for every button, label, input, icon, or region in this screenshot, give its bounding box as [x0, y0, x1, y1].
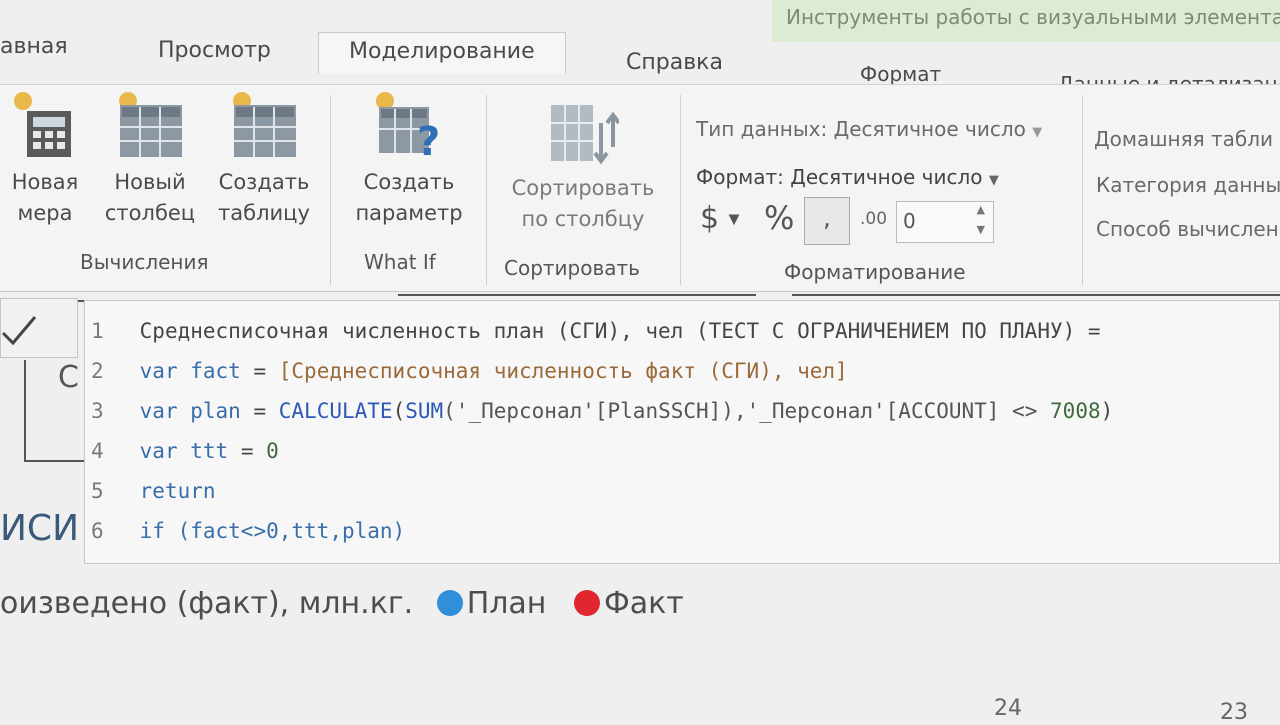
chevron-down-icon: ▼ — [1032, 125, 1043, 140]
code-line-1: 1 Среднесписочная численность план (СГИ)… — [91, 319, 1101, 343]
visual-fragment: С — [58, 360, 79, 395]
data-type-label: Тип данных: — [696, 117, 828, 141]
parameter-icon: ? — [376, 92, 440, 161]
legend-fact-label: Факт — [603, 586, 684, 621]
chevron-up-icon[interactable]: ▲ — [977, 203, 985, 216]
code-line-2: 2 var fact = [Среднесписочная численност… — [91, 359, 848, 383]
decimal-places-value: 0 — [903, 209, 916, 233]
summarize-by-dropdown[interactable]: Способ вычислен — [1096, 217, 1279, 241]
decimal-places-stepper[interactable]: 0 ▲ ▼ — [896, 201, 994, 243]
tab-format[interactable]: Формат — [860, 62, 941, 86]
chevron-down-icon: ▼ — [728, 211, 740, 228]
chart-caption: оизведено (факт), млн.кг. — [0, 586, 414, 621]
group-label-calculations: Вычисления — [80, 250, 209, 274]
new-table-icon — [233, 92, 296, 157]
calculator-icon — [14, 92, 71, 157]
new-table-button[interactable]: Создать таблицу — [212, 89, 316, 229]
chevron-down-icon[interactable]: ▼ — [977, 223, 985, 236]
sort-by-column-label: Сортировать по столбцу — [511, 176, 655, 231]
new-measure-button[interactable]: Новая мера — [2, 89, 88, 229]
group-separator — [680, 95, 681, 285]
new-table-label: Создать таблицу — [218, 170, 310, 225]
contextual-tab-banner: Инструменты работы с визуальными элемент… — [772, 0, 1280, 42]
group-label-formatting: Форматирование — [784, 260, 966, 284]
group-separator — [486, 95, 487, 285]
tab-home[interactable]: авная — [0, 34, 68, 59]
checkmark-icon — [1, 316, 37, 346]
group-label-sort: Сортировать — [504, 256, 640, 280]
chevron-down-icon: ▼ — [988, 173, 999, 188]
new-column-button[interactable]: Новый столбец — [98, 89, 202, 229]
currency-icon: $ — [700, 201, 720, 236]
code-line-6: 6 if (fact<>0,ttt,plan) — [91, 519, 406, 543]
axis-tick: 23 — [1220, 700, 1248, 725]
sort-by-column-icon — [551, 105, 619, 165]
fact-legend-dot-icon — [573, 590, 600, 616]
data-type-dropdown[interactable]: Тип данных: Десятичное число ▼ — [696, 117, 1042, 141]
code-line-3: 3 var plan = CALCULATE(SUM('_Персонал'[P… — [91, 399, 1114, 423]
visual-border — [398, 294, 756, 296]
axis-tick: 24 — [994, 696, 1022, 721]
group-separator — [330, 95, 331, 285]
group-label-whatif: What If — [364, 250, 436, 274]
new-parameter-label: Создать параметр — [355, 170, 463, 225]
new-parameter-button[interactable]: ? Создать параметр — [348, 89, 470, 229]
plan-legend-dot-icon — [436, 590, 463, 616]
new-column-icon — [119, 92, 182, 157]
data-category-dropdown[interactable]: Категория данных — [1096, 173, 1280, 197]
visual-border — [792, 294, 1280, 296]
new-column-label: Новый столбец — [104, 170, 196, 225]
home-table-dropdown[interactable]: Домашняя табли — [1094, 127, 1273, 151]
tab-help[interactable]: Справка — [626, 50, 723, 75]
percent-button[interactable]: % — [764, 199, 794, 237]
group-separator — [1082, 95, 1083, 285]
ribbon: Новая мера Новый столбец Создать таблицу… — [0, 84, 1280, 292]
visual-border — [24, 360, 26, 460]
decrease-decimal-button[interactable]: .00 — [860, 209, 887, 229]
legend-plan-label: План — [466, 586, 547, 621]
code-line-5: 5 return — [91, 479, 216, 503]
formula-editor[interactable]: 1 Среднесписочная численность план (СГИ)… — [84, 300, 1280, 564]
chart-legend: оизведено (факт), млн.кг. План Факт — [0, 586, 684, 621]
format-dropdown[interactable]: Формат: Десятичное число ▼ — [696, 165, 999, 189]
currency-button[interactable]: $ ▼ — [700, 201, 739, 236]
visual-fragment-title: ИСИ — [0, 508, 79, 549]
format-label: Формат: — [696, 165, 784, 189]
decimals-icon: .00 — [860, 209, 888, 229]
code-line-4: 4 var ttt = 0 — [91, 439, 279, 463]
tab-view[interactable]: Просмотр — [158, 38, 271, 63]
commit-formula-button[interactable] — [0, 298, 78, 358]
data-type-value: Десятичное число — [833, 117, 1026, 141]
new-measure-label: Новая мера — [11, 170, 79, 225]
sort-by-column-button[interactable]: Сортировать по столбцу — [500, 99, 666, 235]
tab-modeling[interactable]: Моделирование — [318, 32, 566, 74]
visual-border — [24, 460, 84, 462]
svg-text:?: ? — [417, 119, 440, 161]
format-value: Десятичное число — [790, 165, 983, 189]
comma-style-button[interactable]: , — [804, 197, 850, 245]
